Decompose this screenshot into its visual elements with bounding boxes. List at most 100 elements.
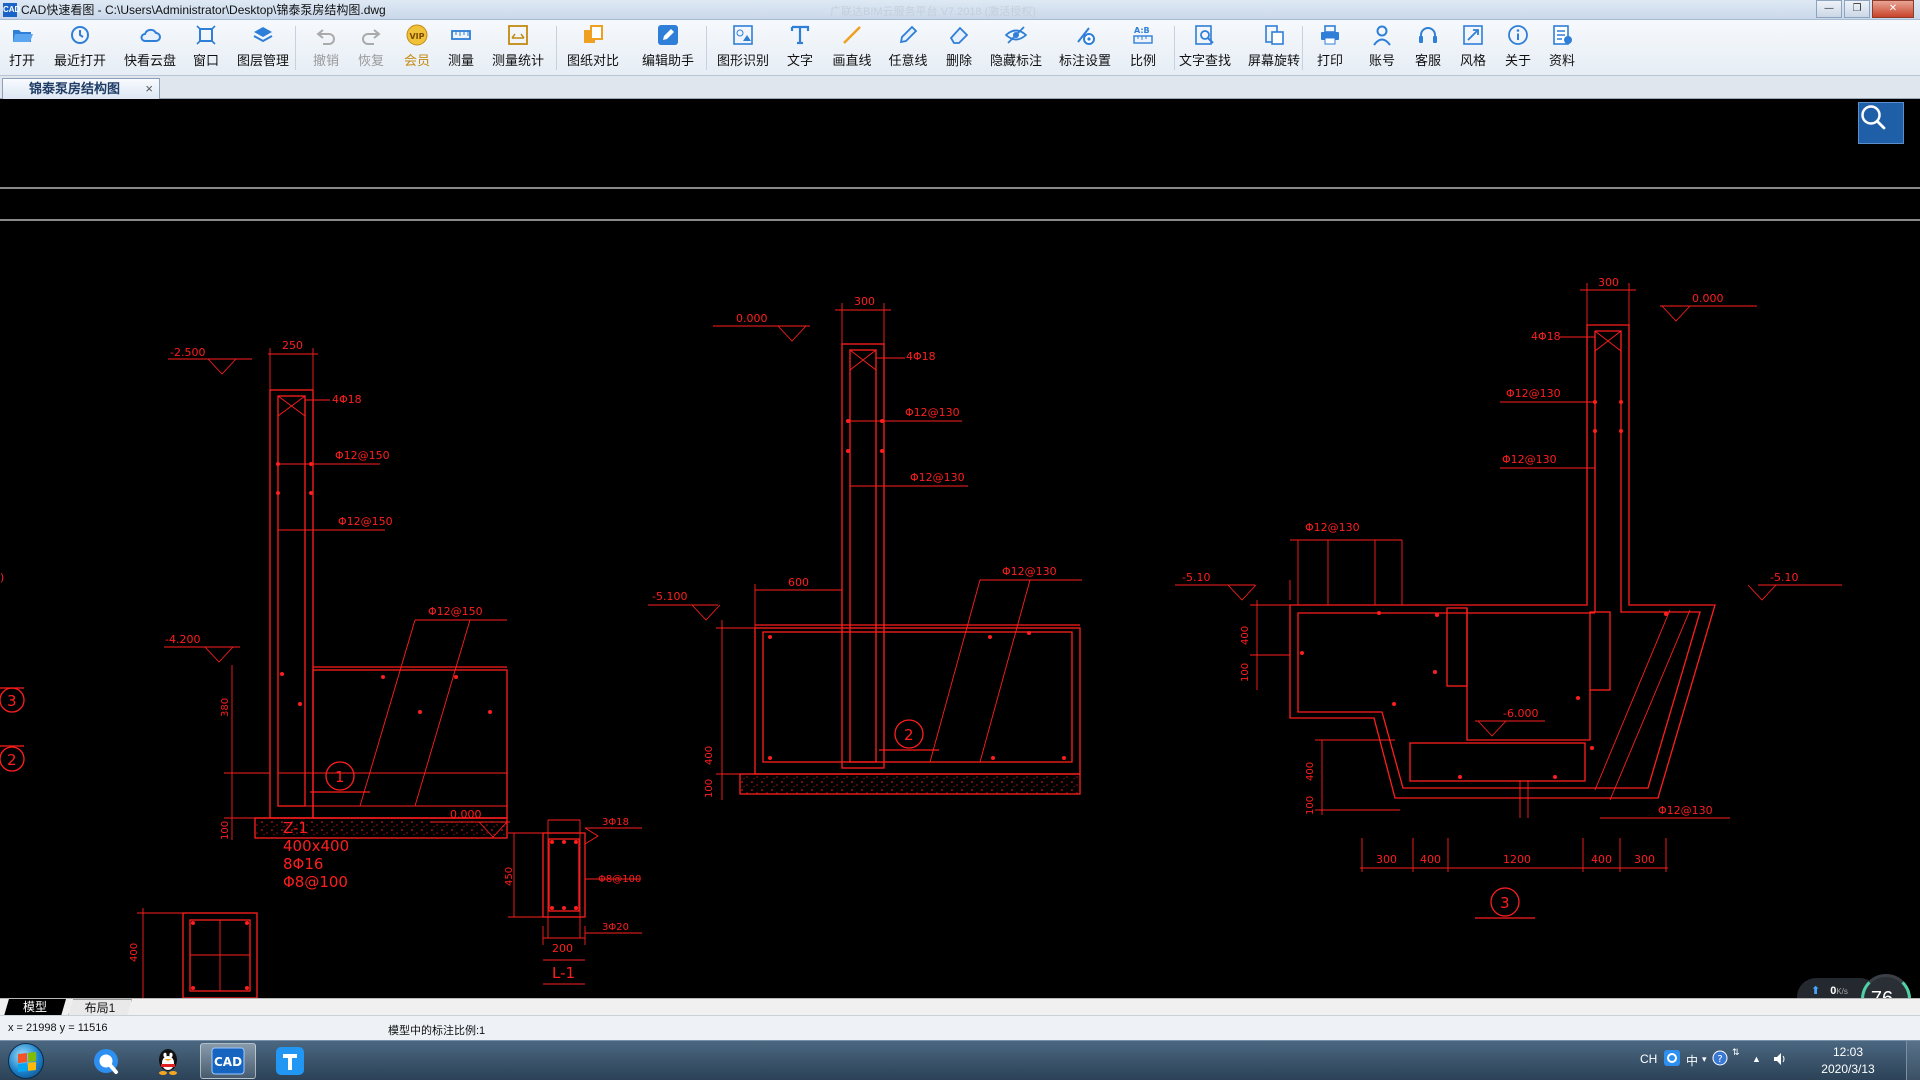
volume-icon[interactable] <box>1772 1051 1788 1070</box>
toolbar-print-button[interactable]: 打印 <box>1308 24 1352 74</box>
tab-layout1[interactable]: 布局1 <box>68 999 132 1016</box>
toolbar-style-button[interactable]: 风格 <box>1451 24 1495 74</box>
s2-dim-top: 300 <box>854 295 875 308</box>
toolbar-label: 窗口 <box>192 53 219 68</box>
toolbar-edit-helper-button[interactable]: 编辑助手 <box>642 24 694 74</box>
beam-bottom-rebar: 3Φ20 <box>602 922 629 933</box>
toolbar-cloud-button[interactable]: 快看云盘 <box>124 24 176 74</box>
toolbar-label: 任意线 <box>888 53 928 68</box>
toolbar-resources-button[interactable]: 资料 <box>1540 24 1584 74</box>
toolbar-annot-settings-button[interactable]: 标注设置 <box>1059 24 1111 74</box>
s3-rebar-d: Φ12@130 <box>1658 804 1713 817</box>
s3-rebar-top: 4Φ18 <box>1531 330 1561 343</box>
toolbar-service-button[interactable]: 客服 <box>1406 24 1450 74</box>
ruler-icon <box>450 24 472 46</box>
column-stirrup: Φ8@100 <box>283 873 348 891</box>
clock[interactable]: 12:03 2020/3/13 <box>1808 1044 1888 1078</box>
show-desktop-button[interactable] <box>1906 1041 1920 1080</box>
toolbar-label: 撤销 <box>312 53 339 68</box>
help-icon[interactable]: ? <box>1712 1050 1728 1069</box>
undo-icon <box>315 24 337 46</box>
toolbar-undo-button[interactable]: 撤销 <box>304 24 348 74</box>
s3-dim-h2: 100 <box>1240 663 1251 682</box>
toolbar-vip-button[interactable]: VIP 会员 <box>395 24 439 74</box>
toolbar-line-button[interactable]: 画直线 <box>830 24 874 74</box>
s3-rebar-c: Φ12@130 <box>1305 521 1360 534</box>
toolbar-label: 测量统计 <box>492 53 545 68</box>
toolbar-label: 资料 <box>1548 53 1575 68</box>
taskbar-browser[interactable] <box>78 1043 134 1079</box>
ime-dropdown-icon[interactable]: ▾ <box>1702 1054 1707 1065</box>
toolbar-measure-stats-button[interactable]: 测量统计 <box>492 24 544 74</box>
toolbar-label: 文字查找 <box>1179 53 1232 68</box>
s2-elev-top: 0.000 <box>736 312 768 325</box>
taskbar-text-app[interactable] <box>262 1043 318 1079</box>
toolbar-freeline-button[interactable]: 任意线 <box>886 24 930 74</box>
toolbar-label: 标注设置 <box>1059 53 1112 68</box>
toolbar-hide-annot-button[interactable]: 隐藏标注 <box>990 24 1042 74</box>
s3-elev-top: 0.000 <box>1692 292 1724 305</box>
left-edge-markers: ) 3 2 <box>0 571 25 772</box>
ime-indicator[interactable]: 中 <box>1686 1052 1698 1069</box>
close-button[interactable]: ✕ <box>1872 0 1914 18</box>
annotation-settings-icon <box>1074 24 1096 46</box>
toolbar-recent-button[interactable]: 最近打开 <box>54 24 106 74</box>
style-icon <box>1462 24 1484 46</box>
column-dim: 400 <box>129 943 140 962</box>
canvas-search-button[interactable] <box>1858 102 1904 144</box>
toolbar-label: 最近打开 <box>54 53 107 68</box>
toolbar-label: 图层管理 <box>237 53 290 68</box>
toolbar-open-button[interactable]: 打开 <box>0 24 44 74</box>
document-tab[interactable]: 锦泰泵房结构图 × <box>2 78 160 99</box>
toolbar-about-button[interactable]: 关于 <box>1496 24 1540 74</box>
toolbar-label: 测量 <box>447 53 474 68</box>
toolbar-measure-button[interactable]: 测量 <box>439 24 483 74</box>
scale-ratio-icon: A:B <box>1132 24 1154 46</box>
window-title: CAD快速看图 - C:\Users\Administrator\Desktop… <box>21 3 386 17</box>
s3-elev-left: -5.10 <box>1182 571 1210 584</box>
toolbar-window-button[interactable]: 窗口 <box>184 24 228 74</box>
toolbar-rotate-button[interactable]: 屏幕旋转 <box>1248 24 1300 74</box>
toolbar-compare-button[interactable]: 图纸对比 <box>567 24 619 74</box>
toolbar-layers-button[interactable]: 图层管理 <box>237 24 289 74</box>
headset-icon <box>1417 24 1439 46</box>
clock-time: 12:03 <box>1832 1045 1864 1059</box>
toolbar-label: 关于 <box>1504 53 1531 68</box>
svg-text:VIP: VIP <box>409 32 424 41</box>
taskbar-qq[interactable] <box>140 1043 196 1079</box>
toolbar-delete-button[interactable]: 删除 <box>937 24 981 74</box>
layout-tabs: 模型 布局1 <box>0 998 1920 1016</box>
toolbar-text-search-button[interactable]: 文字查找 <box>1179 24 1231 74</box>
taskbar-cad-viewer[interactable]: CAD <box>200 1043 256 1079</box>
section-2-wall-detail: 0.000 300 4Φ18 Φ12@130 Φ12@130 600 Φ12@1… <box>648 295 1082 800</box>
s2-rebar-b: Φ12@130 <box>910 471 965 484</box>
svg-text:): ) <box>0 571 4 584</box>
tray-expand-icon[interactable]: ⇅ <box>1732 1047 1740 1058</box>
toolbar-account-button[interactable]: 账号 <box>1360 24 1404 74</box>
toolbar-redo-button[interactable]: 恢复 <box>349 24 393 74</box>
s1-elev-top: -2.500 <box>170 346 205 359</box>
tab-model[interactable]: 模型 <box>4 999 66 1016</box>
start-button[interactable] <box>8 1043 44 1079</box>
annotation-scale-text: 模型中的标注比例:1 <box>388 1025 486 1037</box>
tab-close-icon[interactable]: × <box>145 79 153 98</box>
toolbar-shape-recog-button[interactable]: 图形识别 <box>717 24 769 74</box>
s1-rebar-a: Φ12@150 <box>335 449 390 462</box>
beam-elev: 0.000 <box>450 808 482 821</box>
clock-date: 2020/3/13 <box>1821 1062 1875 1076</box>
s2-rebar-top: 4Φ18 <box>906 350 936 363</box>
toolbar-text-button[interactable]: 文字 <box>778 24 822 74</box>
eraser-icon <box>948 24 970 46</box>
language-indicator[interactable]: CH <box>1640 1052 1657 1066</box>
s3-dim-bottom-3: 400 <box>1591 853 1612 866</box>
tray-search-icon[interactable] <box>1664 1050 1680 1069</box>
left-marker-3: 3 <box>7 692 17 710</box>
drawing-canvas[interactable]: .r { stroke: #ff1e1e; stroke-width: 1.3;… <box>0 100 1920 998</box>
toolbar-ratio-button[interactable]: A:B 比例 <box>1121 24 1165 74</box>
tray-up-arrow-icon[interactable]: ▲ <box>1752 1054 1761 1064</box>
minimize-button[interactable]: — <box>1816 0 1842 18</box>
s3-elev-right: -5.10 <box>1770 571 1798 584</box>
rotate-screen-icon <box>1263 24 1285 46</box>
restore-button[interactable]: ❐ <box>1844 0 1870 18</box>
s3-dim-bottom-0: 300 <box>1376 853 1397 866</box>
